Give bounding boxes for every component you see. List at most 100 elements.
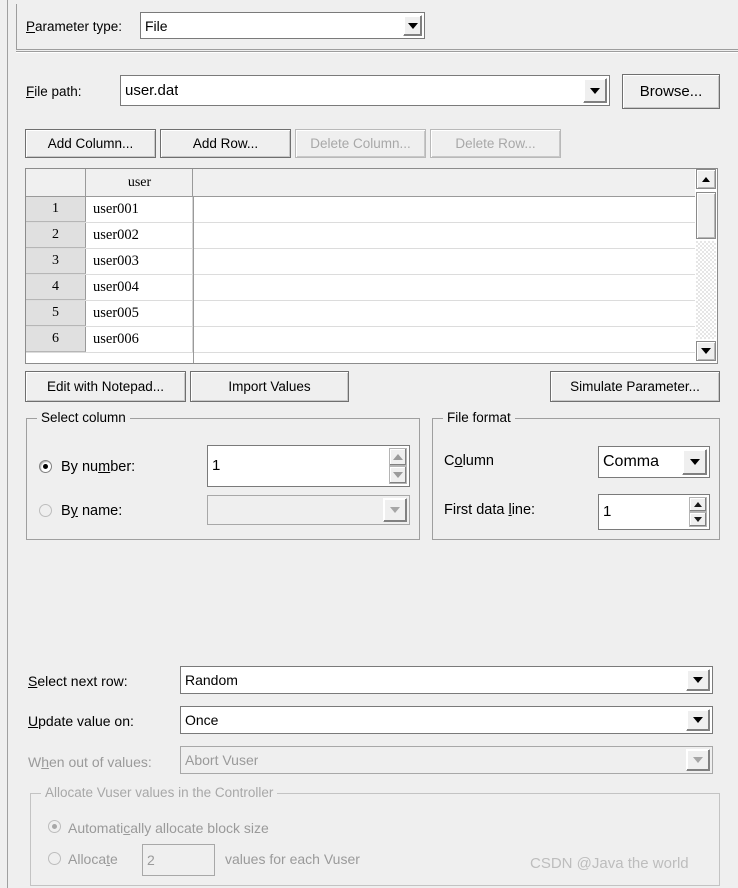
- spinner-down-icon[interactable]: [389, 466, 407, 484]
- chevron-down-icon[interactable]: [383, 498, 407, 522]
- spinner-up-icon[interactable]: [689, 497, 707, 512]
- chevron-down-icon[interactable]: [686, 709, 710, 731]
- parameter-type-value: File: [145, 17, 168, 34]
- dialog-left-rail: [0, 0, 8, 888]
- row-number: 5: [26, 301, 86, 326]
- table-header-cell-user[interactable]: user: [87, 169, 193, 196]
- first-data-line-spinner[interactable]: 1: [598, 494, 710, 530]
- manual-allocate-label: Allocate: [68, 851, 118, 867]
- column-format-combo[interactable]: Comma: [598, 446, 710, 478]
- allocate-vuser-values-group-title: Allocate Vuser values in the Controller: [41, 785, 278, 800]
- select-next-row-combo[interactable]: Random: [180, 666, 713, 694]
- browse-button[interactable]: Browse...: [622, 74, 720, 109]
- spinner-up-icon[interactable]: [389, 448, 407, 466]
- by-number-value: 1: [212, 458, 221, 474]
- table-cell-user[interactable]: user006: [87, 327, 193, 352]
- table-row[interactable]: 5 user005: [26, 301, 717, 327]
- file-format-group-title: File format: [443, 410, 515, 425]
- by-name-combo[interactable]: [207, 495, 410, 525]
- scrollbar-track[interactable]: [696, 241, 716, 339]
- radio-dot: [52, 824, 57, 829]
- add-row-button[interactable]: Add Row...: [160, 129, 291, 158]
- add-row-label: Add Row...: [192, 136, 259, 151]
- chevron-down-icon[interactable]: [403, 15, 422, 36]
- simulate-parameter-label: Simulate Parameter...: [570, 379, 700, 394]
- automatic-allocate-radio[interactable]: [48, 820, 61, 833]
- table-column-divider: [193, 197, 194, 363]
- column-format-label: Column: [444, 453, 494, 469]
- row-number: 3: [26, 249, 86, 274]
- update-value-on-value: Once: [185, 712, 219, 728]
- watermark-text: CSDN @Java the world: [530, 855, 689, 872]
- table-row[interactable]: 4 user004: [26, 275, 717, 301]
- allocate-count-value: 2: [147, 852, 155, 868]
- update-value-on-combo[interactable]: Once: [180, 706, 713, 734]
- when-out-of-values-label: When out of values:: [28, 754, 152, 770]
- row-number: 1: [26, 197, 86, 222]
- scrollbar-thumb[interactable]: [696, 192, 716, 239]
- table-row[interactable]: 6 user006: [26, 327, 717, 353]
- chevron-down-icon[interactable]: [682, 449, 707, 475]
- file-path-combo[interactable]: user.dat: [120, 75, 610, 106]
- simulate-parameter-button[interactable]: Simulate Parameter...: [550, 371, 720, 402]
- select-next-row-label: Select next row:: [28, 673, 128, 689]
- delete-row-button[interactable]: Delete Row...: [430, 129, 561, 158]
- table-header-cell-user-label: user: [127, 174, 152, 190]
- edit-with-notepad-label: Edit with Notepad...: [46, 379, 165, 394]
- table-cell-user[interactable]: user005: [87, 301, 193, 326]
- select-next-row-value: Random: [185, 672, 238, 688]
- table-cell-user[interactable]: user002: [87, 223, 193, 248]
- table-header-row: user: [26, 169, 717, 197]
- first-data-line-label: First data line:: [444, 502, 536, 518]
- row-number: 4: [26, 275, 86, 300]
- column-format-value: Comma: [603, 454, 660, 470]
- table-body: 1 user001 2 user002 3 user003 4 user004 …: [26, 197, 717, 363]
- parameter-type-label: Parameter type:: [26, 19, 123, 34]
- delete-row-label: Delete Row...: [455, 136, 536, 151]
- by-number-radio[interactable]: [39, 460, 52, 473]
- row-number: 6: [26, 327, 86, 352]
- parameter-value-table[interactable]: user 1 user001 2 user002 3 user003 4 use…: [25, 168, 718, 364]
- select-column-group-title: Select column: [37, 410, 130, 425]
- table-cell-user[interactable]: user003: [87, 249, 193, 274]
- first-data-line-spin-buttons[interactable]: [689, 497, 707, 527]
- by-number-spinner[interactable]: 1: [207, 445, 410, 487]
- table-row[interactable]: 3 user003: [26, 249, 717, 275]
- by-number-spin-buttons[interactable]: [389, 448, 407, 484]
- when-out-of-values-value: Abort Vuser: [185, 752, 259, 768]
- scroll-up-arrow-icon[interactable]: [696, 169, 716, 189]
- import-values-button[interactable]: Import Values: [190, 371, 349, 402]
- table-row[interactable]: 1 user001: [26, 197, 717, 223]
- table-header-cell-empty: [194, 169, 697, 196]
- edit-with-notepad-button[interactable]: Edit with Notepad...: [25, 371, 186, 402]
- update-value-on-label: Update value on:: [28, 713, 134, 729]
- scroll-down-arrow-icon[interactable]: [696, 341, 716, 361]
- table-header-rownum-corner: [26, 169, 86, 196]
- delete-column-button[interactable]: Delete Column...: [295, 129, 426, 158]
- when-out-of-values-combo[interactable]: Abort Vuser: [180, 746, 713, 774]
- chevron-down-icon[interactable]: [686, 749, 710, 771]
- by-number-label[interactable]: By number:: [61, 459, 135, 475]
- manual-allocate-radio[interactable]: [48, 852, 61, 865]
- allocate-count-input[interactable]: 2: [142, 844, 215, 876]
- chevron-down-icon[interactable]: [686, 669, 710, 691]
- allocate-vuser-values-group: Allocate Vuser values in the Controller: [30, 785, 720, 886]
- by-name-label[interactable]: By name:: [61, 503, 122, 519]
- add-column-label: Add Column...: [47, 136, 134, 151]
- table-vertical-scrollbar[interactable]: [695, 169, 717, 363]
- import-values-label: Import Values: [228, 379, 311, 394]
- file-path-value: user.dat: [125, 82, 179, 99]
- spinner-down-icon[interactable]: [689, 512, 707, 527]
- by-name-radio[interactable]: [39, 504, 52, 517]
- add-column-button[interactable]: Add Column...: [25, 129, 156, 158]
- table-cell-user[interactable]: user001: [87, 197, 193, 222]
- chevron-down-icon[interactable]: [583, 78, 607, 103]
- radio-dot: [43, 464, 48, 469]
- parameter-properties-dialog: Parameter type: File File path: user.dat…: [0, 0, 738, 888]
- first-data-line-value: 1: [603, 504, 612, 520]
- file-path-label: File path:: [26, 84, 82, 99]
- parameter-type-combo[interactable]: File: [140, 12, 425, 39]
- table-cell-user[interactable]: user004: [87, 275, 193, 300]
- panel-divider: [16, 51, 738, 53]
- table-row[interactable]: 2 user002: [26, 223, 717, 249]
